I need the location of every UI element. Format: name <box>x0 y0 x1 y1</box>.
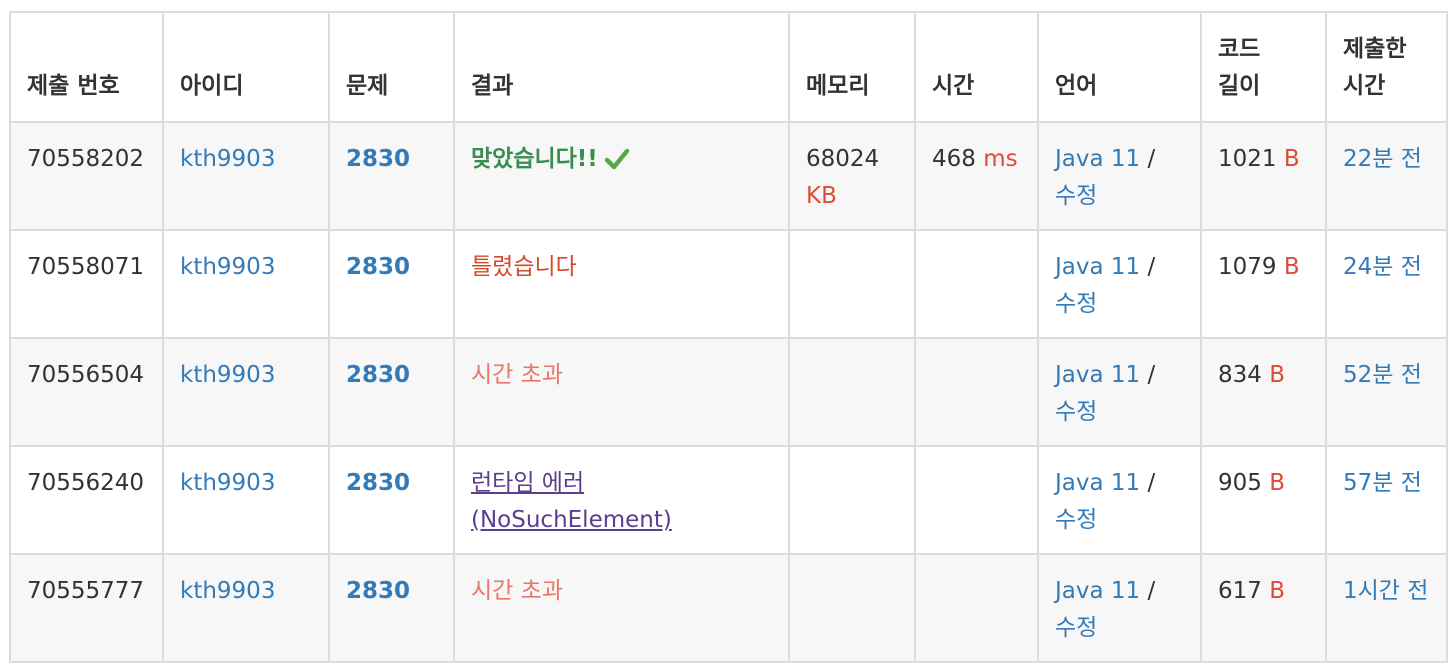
result-wrong-answer: 틀렸습니다 <box>471 254 577 280</box>
edit-link[interactable]: 수정 <box>1055 183 1097 209</box>
column-header-code-length: 코드 길이 <box>1200 11 1327 123</box>
column-header-problem: 문제 <box>328 11 455 123</box>
user-link[interactable]: kth9903 <box>180 362 275 388</box>
time-value: 468 <box>932 146 976 172</box>
code-length-value: 617 <box>1218 578 1262 604</box>
column-header-time: 시간 <box>914 11 1039 123</box>
code-length-cell: 834 B <box>1200 337 1327 447</box>
language-cell: Java 11 / 수정 <box>1037 553 1202 663</box>
user-link[interactable]: kth9903 <box>180 470 275 496</box>
memory-cell <box>788 337 916 447</box>
submission-id: 70555777 <box>9 553 164 663</box>
code-length-unit: B <box>1283 254 1300 280</box>
code-length-value: 905 <box>1218 470 1262 496</box>
code-length-cell: 1079 B <box>1200 229 1327 339</box>
code-length-unit: B <box>1269 470 1285 496</box>
code-length-unit: B <box>1269 362 1285 388</box>
language-cell: Java 11 / 수정 <box>1037 337 1202 447</box>
time-cell: 468 ms <box>914 121 1039 231</box>
language-cell: Java 11 / 수정 <box>1037 121 1202 231</box>
table-row: 70558071 kth9903 2830 틀렸습니다 Java 11 / 수정… <box>9 229 1448 339</box>
column-header-language: 언어 <box>1037 11 1202 123</box>
memory-cell <box>788 229 916 339</box>
problem-link[interactable]: 2830 <box>346 362 410 388</box>
user-link[interactable]: kth9903 <box>180 254 275 280</box>
memory-cell <box>788 445 916 555</box>
result-cell: 맞았습니다!! <box>453 121 790 231</box>
column-header-result: 결과 <box>453 11 790 123</box>
submission-id: 70558071 <box>9 229 164 339</box>
submission-id: 70556504 <box>9 337 164 447</box>
time-cell <box>914 553 1039 663</box>
time-unit: ms <box>983 146 1018 172</box>
memory-cell: 68024 KB <box>788 121 916 231</box>
language-link[interactable]: Java 11 <box>1055 470 1140 496</box>
submitted-time-link[interactable]: 57분 전 <box>1343 470 1422 496</box>
language-link[interactable]: Java 11 <box>1055 362 1140 388</box>
code-length-cell: 1021 B <box>1200 121 1327 231</box>
time-cell <box>914 445 1039 555</box>
table-row: 70556504 kth9903 2830 시간 초과 Java 11 / 수정… <box>9 337 1448 447</box>
column-header-submission-id: 제출 번호 <box>9 11 164 123</box>
submitted-time-link[interactable]: 1시간 전 <box>1343 578 1428 604</box>
result-time-limit: 시간 초과 <box>471 362 563 388</box>
table-header-row: 제출 번호 아이디 문제 결과 메모리 시간 언어 코드 길이 제출한 시간 <box>9 11 1448 123</box>
result-runtime-error-link[interactable]: 런타임 에러 (NoSuchElement) <box>471 470 672 533</box>
edit-link[interactable]: 수정 <box>1055 615 1097 641</box>
submission-id: 70556240 <box>9 445 164 555</box>
problem-link[interactable]: 2830 <box>346 470 410 496</box>
column-header-user-id: 아이디 <box>162 11 330 123</box>
check-icon <box>604 145 630 182</box>
result-cell: 시간 초과 <box>453 553 790 663</box>
submission-id: 70558202 <box>9 121 164 231</box>
column-header-memory: 메모리 <box>788 11 916 123</box>
status-table: 제출 번호 아이디 문제 결과 메모리 시간 언어 코드 길이 제출한 시간 7… <box>9 11 1448 663</box>
submitted-time-link[interactable]: 24분 전 <box>1343 254 1422 280</box>
result-cell: 시간 초과 <box>453 337 790 447</box>
column-header-submitted-time: 제출한 시간 <box>1325 11 1448 123</box>
submitted-time-link[interactable]: 22분 전 <box>1343 146 1422 172</box>
memory-unit: KB <box>806 183 837 209</box>
code-length-unit: B <box>1283 146 1300 172</box>
problem-link[interactable]: 2830 <box>346 578 410 604</box>
problem-link[interactable]: 2830 <box>346 146 410 172</box>
language-link[interactable]: Java 11 <box>1055 146 1140 172</box>
language-link[interactable]: Java 11 <box>1055 254 1140 280</box>
code-length-cell: 905 B <box>1200 445 1327 555</box>
code-length-unit: B <box>1269 578 1285 604</box>
user-link[interactable]: kth9903 <box>180 146 275 172</box>
table-row: 70558202 kth9903 2830 맞았습니다!! 68024 KB 4… <box>9 121 1448 231</box>
table-row: 70555777 kth9903 2830 시간 초과 Java 11 / 수정… <box>9 553 1448 663</box>
language-cell: Java 11 / 수정 <box>1037 445 1202 555</box>
code-length-value: 1021 <box>1218 146 1277 172</box>
language-link[interactable]: Java 11 <box>1055 578 1140 604</box>
edit-link[interactable]: 수정 <box>1055 399 1097 425</box>
table-row: 70556240 kth9903 2830 런타임 에러 (NoSuchElem… <box>9 445 1448 555</box>
submitted-time-link[interactable]: 52분 전 <box>1343 362 1422 388</box>
code-length-value: 1079 <box>1218 254 1277 280</box>
edit-link[interactable]: 수정 <box>1055 291 1097 317</box>
memory-value: 68024 <box>806 146 880 172</box>
result-cell: 런타임 에러 (NoSuchElement) <box>453 445 790 555</box>
problem-link[interactable]: 2830 <box>346 254 410 280</box>
result-time-limit: 시간 초과 <box>471 578 563 604</box>
time-cell <box>914 337 1039 447</box>
language-cell: Java 11 / 수정 <box>1037 229 1202 339</box>
result-cell: 틀렸습니다 <box>453 229 790 339</box>
memory-cell <box>788 553 916 663</box>
user-link[interactable]: kth9903 <box>180 578 275 604</box>
code-length-value: 834 <box>1218 362 1262 388</box>
edit-link[interactable]: 수정 <box>1055 507 1097 533</box>
time-cell <box>914 229 1039 339</box>
result-accepted: 맞았습니다!! <box>471 146 598 172</box>
code-length-cell: 617 B <box>1200 553 1327 663</box>
